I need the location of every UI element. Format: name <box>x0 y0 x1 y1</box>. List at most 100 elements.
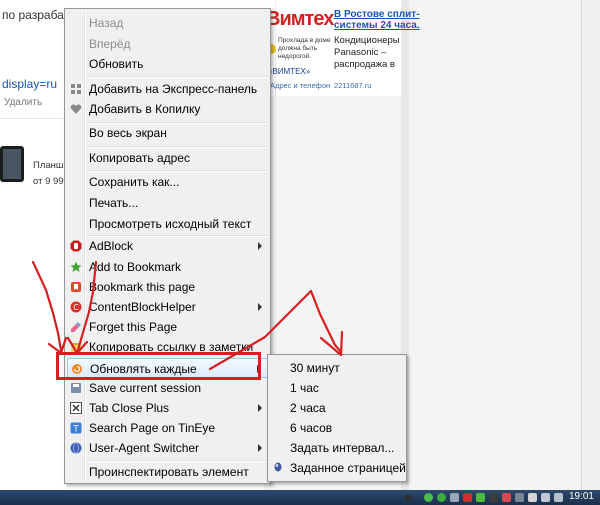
menu-item-fullscreen[interactable]: Во весь экран <box>67 123 268 143</box>
submenu-item-page-defined[interactable]: Заданное страницей <box>270 458 406 478</box>
menu-item-print[interactable]: Печать... <box>67 193 268 213</box>
reload-every-submenu: 30 минут 1 час 2 часа 6 часов Задать инт… <box>267 354 407 482</box>
session-icon <box>71 383 81 393</box>
submenu-item-label: 1 час <box>290 381 319 395</box>
speed-dial-icon <box>71 84 81 94</box>
menu-item-label: Во весь экран <box>89 126 167 140</box>
tray-arrow-icon[interactable] <box>405 495 412 500</box>
menu-item-add-to-bookmark[interactable]: Add to Bookmark <box>67 257 268 277</box>
menu-item-label: Просмотреть исходный текст <box>89 217 252 231</box>
svg-text:C: C <box>73 303 79 312</box>
tray-volume-icon[interactable] <box>554 493 563 502</box>
scrollbar[interactable] <box>581 0 600 490</box>
submenu-arrow-icon <box>258 242 262 250</box>
delete-link[interactable]: Удалить <box>4 97 42 108</box>
ad-phone-link[interactable]: 2211687.ru <box>334 81 371 90</box>
menu-item-label: Печать... <box>89 196 139 210</box>
menu-item-label: Добавить на Экспресс-панель <box>89 82 258 96</box>
menu-item-copy-address[interactable]: Копировать адрес <box>67 148 268 168</box>
menu-item-save-as[interactable]: Сохранить как... <box>67 172 268 192</box>
menu-item-label: Обновить <box>89 57 144 71</box>
vimtex-logo[interactable]: Вимтех <box>266 8 334 31</box>
submenu-item-6-hours[interactable]: 6 часов <box>270 418 406 438</box>
menu-item-label: AdBlock <box>89 239 134 253</box>
eraser-icon <box>71 322 81 332</box>
menu-item-inspect-element[interactable]: Проинспектировать элемент <box>67 462 268 482</box>
tab-close-icon <box>70 402 82 414</box>
divider <box>0 118 65 119</box>
tray-flag-icon[interactable] <box>502 493 511 502</box>
submenu-item-label: 30 минут <box>290 361 340 375</box>
tray-network-icon[interactable] <box>424 493 433 502</box>
tray-antivirus-icon[interactable] <box>463 493 472 502</box>
menu-separator <box>87 76 268 78</box>
submenu-item-label: 6 часов <box>290 421 333 435</box>
tray-language-icon[interactable] <box>528 493 537 502</box>
menu-item-label: Добавить в Копилку <box>89 102 201 116</box>
context-menu: Назад Вперёд Обновить Добавить на Экспре… <box>64 8 271 484</box>
user-agent-icon <box>70 442 82 454</box>
menu-item-label: Save current session <box>89 381 202 395</box>
menu-item-label: Tab Close Plus <box>89 401 170 415</box>
tray-status-icon[interactable] <box>437 493 446 502</box>
bookmark-icon <box>71 282 81 292</box>
menu-item-add-to-stash[interactable]: Добавить в Копилку <box>67 99 268 119</box>
submenu-item-custom-interval[interactable]: Задать интервал... <box>270 438 406 458</box>
menu-item-user-agent-switcher[interactable]: User-Agent Switcher <box>67 438 268 458</box>
submenu-item-1-hour[interactable]: 1 час <box>270 378 406 398</box>
menu-item-label: Add to Bookmark <box>89 260 182 274</box>
menu-item-forget-page[interactable]: Forget this Page <box>67 317 268 337</box>
ad-title-link[interactable]: В Ростове сплит-системы 24 часа. <box>334 9 424 31</box>
menu-item-tab-close-plus[interactable]: Tab Close Plus <box>67 398 268 418</box>
menu-item-label: Forget this Page <box>89 320 178 334</box>
menu-item-label: User-Agent Switcher <box>89 441 200 455</box>
menu-item-label: ContentBlockHelper <box>89 300 196 314</box>
submenu-arrow-icon <box>258 404 262 412</box>
product-title[interactable]: Планш <box>33 160 64 171</box>
menu-item-label: Назад <box>89 16 124 30</box>
menu-item-contentblockhelper[interactable]: C ContentBlockHelper <box>67 297 268 317</box>
ad-address-link[interactable]: Адрес и телефон <box>270 81 330 90</box>
submenu-item-30-min[interactable]: 30 минут <box>270 358 406 378</box>
submenu-item-label: Заданное страницей <box>290 461 406 475</box>
windows-taskbar: 19:01 <box>0 490 600 505</box>
tray-battery-icon[interactable] <box>476 493 485 502</box>
menu-item-back[interactable]: Назад <box>67 13 268 33</box>
menu-item-view-source[interactable]: Просмотреть исходный текст <box>67 214 268 234</box>
menu-item-label: Сохранить как... <box>89 175 180 189</box>
star-icon <box>70 261 82 272</box>
submenu-arrow-icon <box>258 303 262 311</box>
menu-item-bookmark-this-page[interactable]: Bookmark this page <box>67 277 268 297</box>
tray-app-icon[interactable] <box>450 493 459 502</box>
menu-item-label: Search Page on TinEye <box>89 421 216 435</box>
submenu-item-label: 2 часа <box>290 401 326 415</box>
menu-item-save-session[interactable]: Save current session <box>67 378 268 398</box>
result-url[interactable]: display=ru <box>2 77 57 91</box>
submenu-arrow-icon <box>258 444 262 452</box>
menu-item-reload[interactable]: Обновить <box>67 54 268 74</box>
logo-subtitle: «ВИМТЕХ» <box>268 67 311 76</box>
contentblock-icon: C <box>70 301 82 313</box>
submenu-item-label: Задать интервал... <box>290 441 395 455</box>
tray-app-icon[interactable] <box>489 493 498 502</box>
menu-item-label: Bookmark this page <box>89 280 196 294</box>
logo-slogan: Прохлада в доме должна быть недорогой. <box>278 37 331 60</box>
menu-item-search-tineye[interactable]: T Search Page on TinEye <box>67 418 268 438</box>
menu-item-adblock[interactable]: AdBlock <box>67 236 268 256</box>
tray-app-icon[interactable] <box>515 493 524 502</box>
menu-item-speed-dial[interactable]: Добавить на Экспресс-панель <box>67 79 268 99</box>
radio-selected-icon <box>274 462 282 472</box>
taskbar-clock[interactable]: 19:01 <box>569 491 594 502</box>
tablet-image[interactable] <box>0 146 24 182</box>
menu-item-forward[interactable]: Вперёд <box>67 34 268 54</box>
menu-item-label: Вперёд <box>89 37 131 51</box>
submenu-item-2-hours[interactable]: 2 часа <box>270 398 406 418</box>
heart-icon <box>70 104 82 114</box>
ad-text: Кондиционеры Panasonic – распродажа в <box>334 35 400 70</box>
menu-item-label: Проинспектировать элемент <box>89 465 249 479</box>
annotation-highlight-box <box>56 352 261 380</box>
tray-network-icon[interactable] <box>541 493 550 502</box>
logo-text: Вимтех <box>266 8 334 30</box>
menu-item-label: Копировать адрес <box>89 151 190 165</box>
adblock-icon <box>70 240 82 252</box>
